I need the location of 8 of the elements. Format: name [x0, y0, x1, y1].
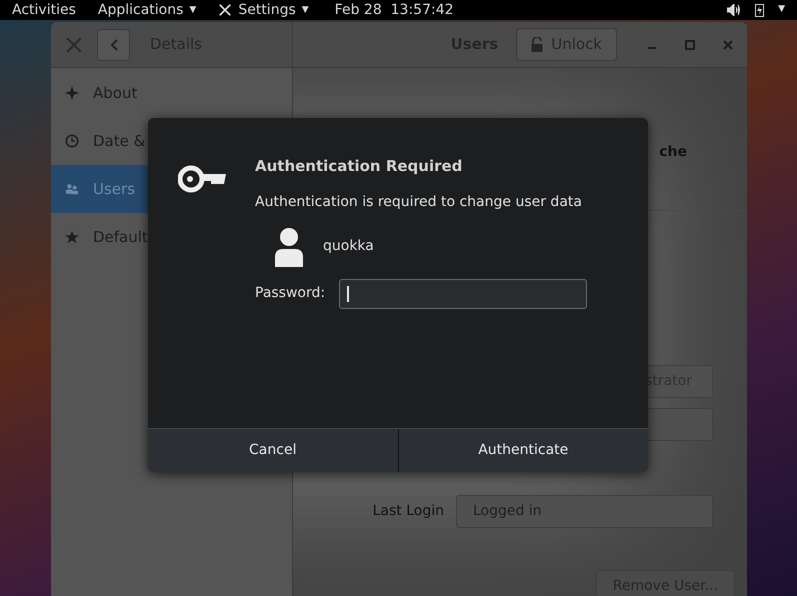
last-login-label: Last Login	[372, 502, 444, 521]
caret-icon: ▼	[189, 6, 196, 14]
dialog-message: Authentication is required to change user data	[255, 192, 583, 212]
dialog-title: Authentication Required	[255, 156, 464, 177]
caret-icon: ▼	[302, 6, 309, 14]
password-label: Password:	[255, 284, 326, 303]
user-name: quokka	[323, 237, 374, 256]
user-name: che	[659, 143, 687, 162]
